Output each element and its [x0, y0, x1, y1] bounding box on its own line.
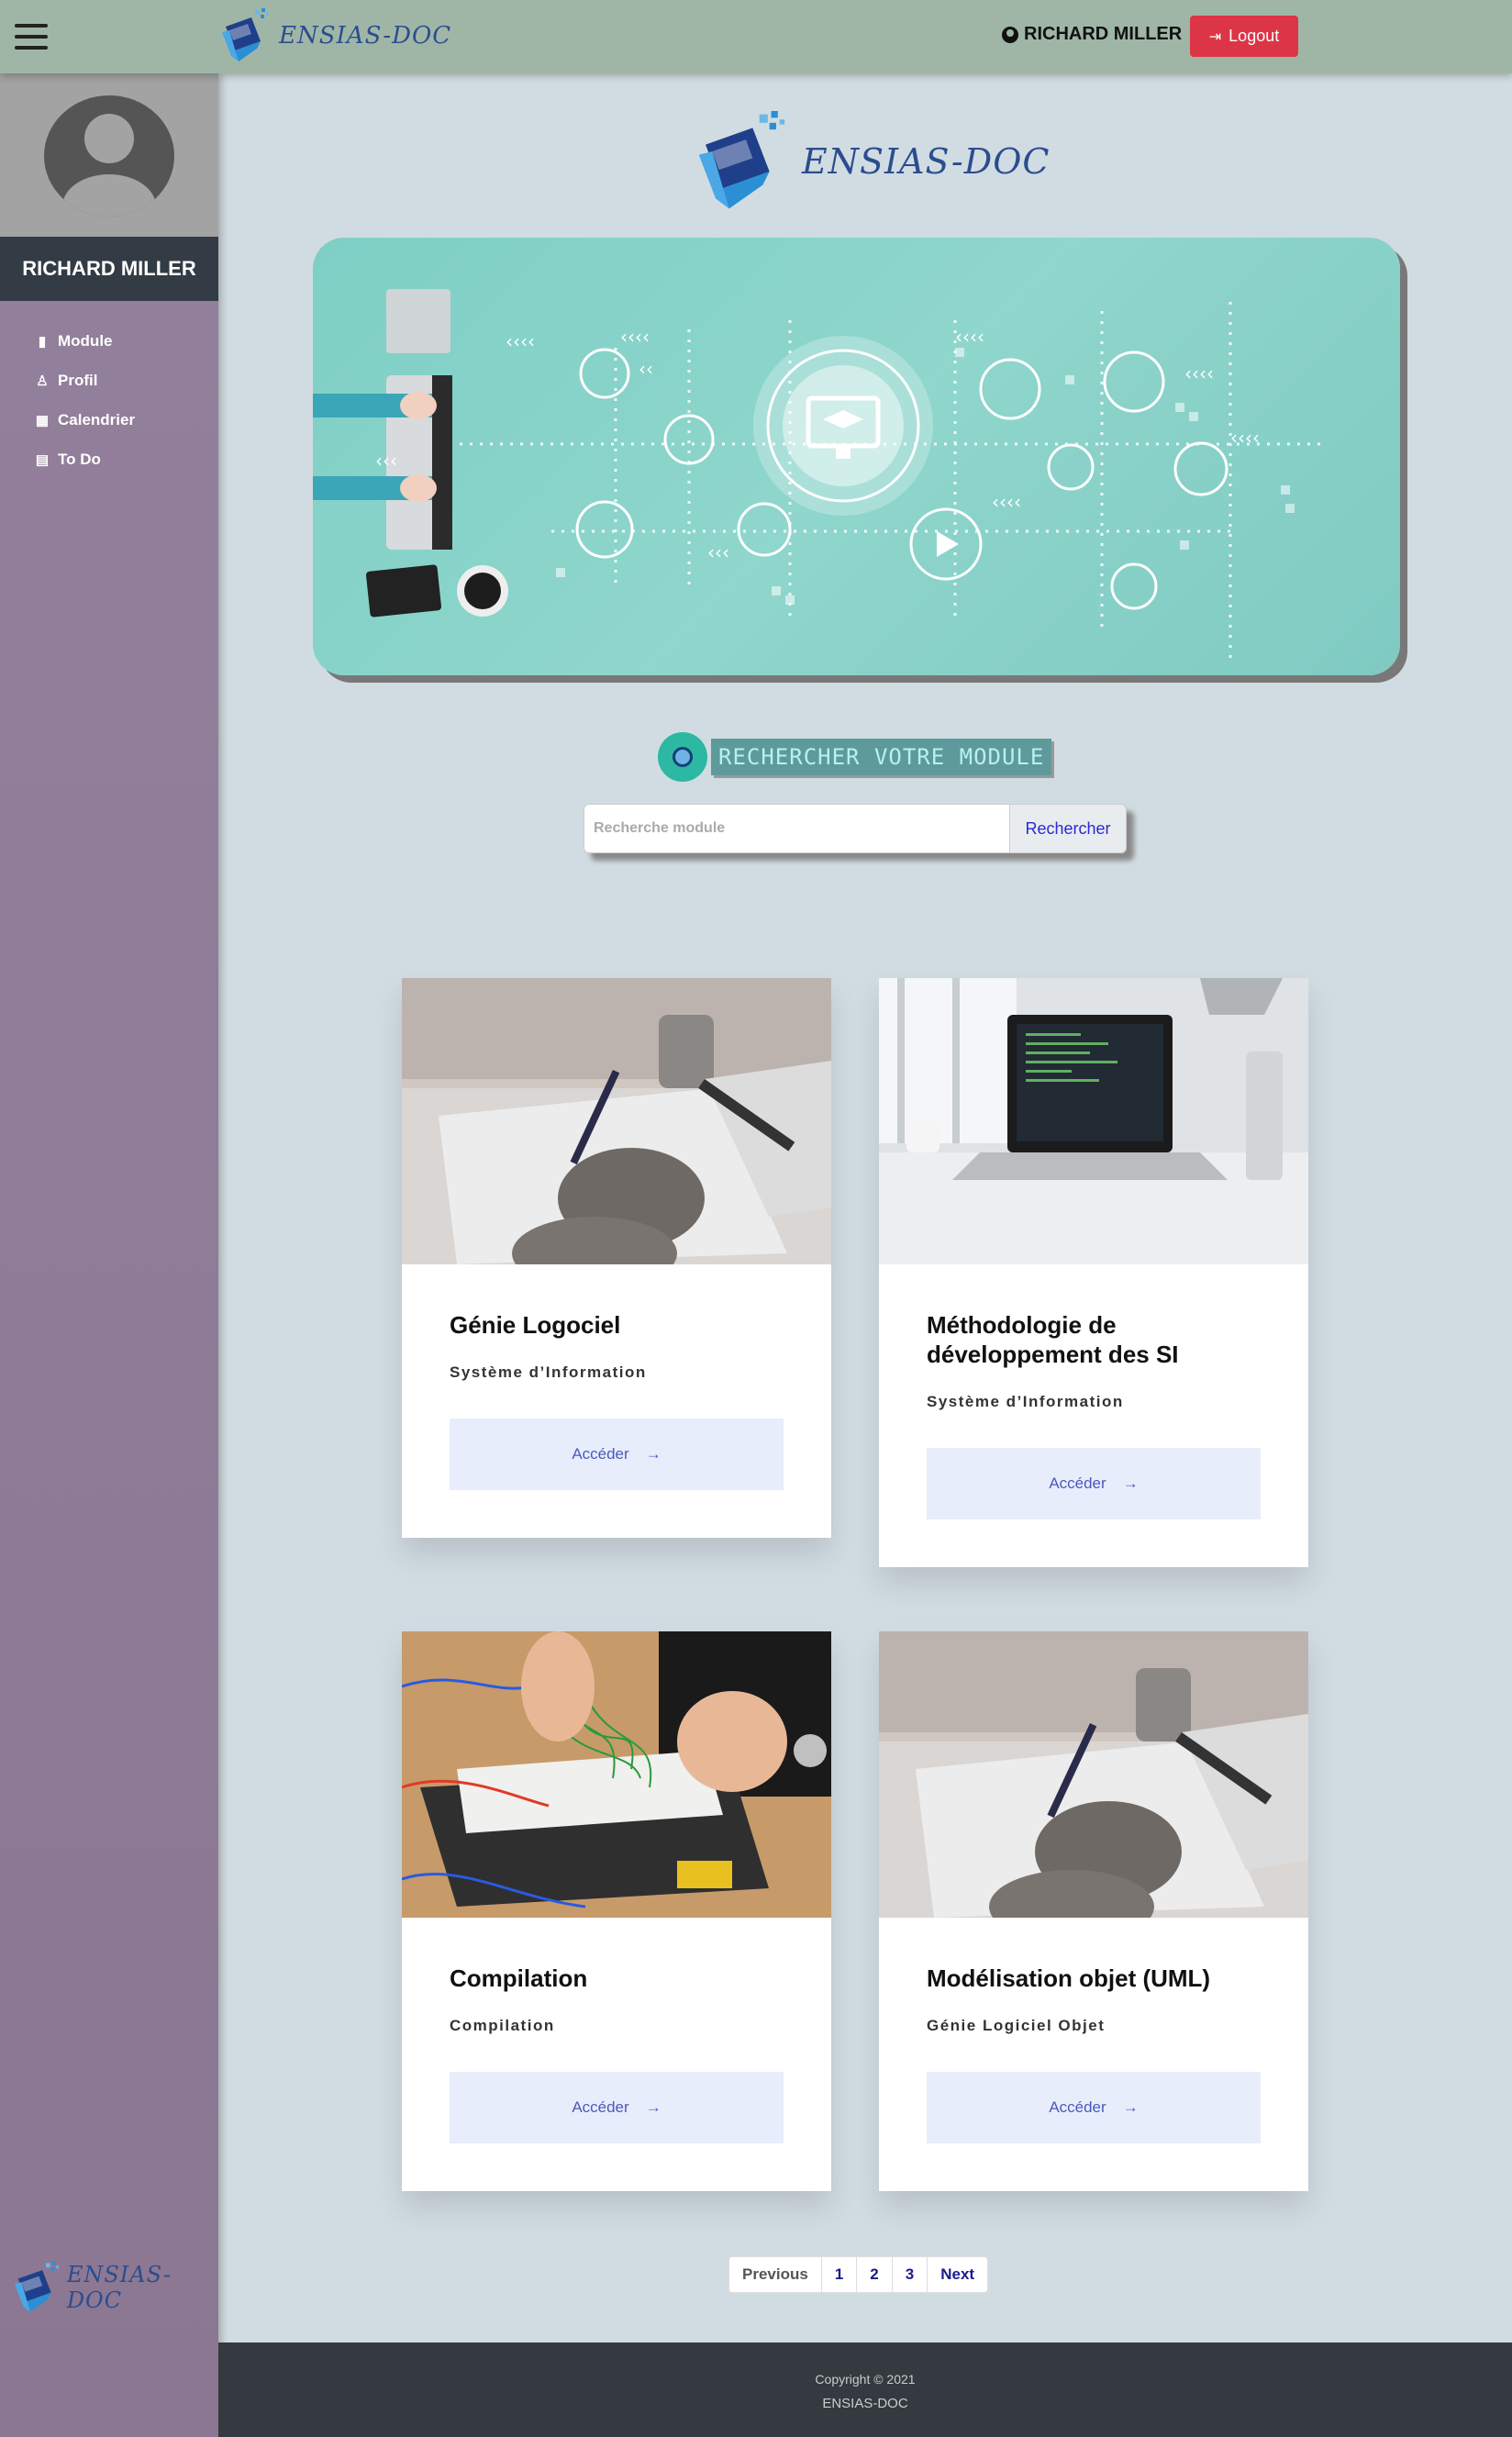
navbar-user-name: RICHARD MILLER: [1024, 24, 1183, 44]
acceder-label: Accéder: [572, 1445, 629, 1463]
user-circle-icon: [1002, 26, 1018, 43]
navbar-brand-text: ENSIAS-DOC: [279, 22, 452, 50]
svg-text:‹‹‹: ‹‹‹: [707, 541, 729, 563]
svg-text:‹‹‹‹: ‹‹‹‹: [955, 326, 984, 348]
svg-text:‹‹‹‹: ‹‹‹‹: [620, 326, 650, 348]
list-icon: ▤: [35, 451, 50, 468]
search-input[interactable]: [584, 804, 1009, 853]
card-image-writing: [402, 978, 831, 1264]
calendar-icon: ▦: [35, 412, 50, 428]
hero-banner-image: ‹‹‹‹ ‹‹‹‹ ‹‹‹‹ ‹‹‹‹ ‹‹‹‹ ‹‹‹‹ ‹‹ ‹‹‹ ‹‹‹: [313, 238, 1400, 675]
arrow-right-icon: →: [1122, 2098, 1139, 2116]
svg-text:‹‹‹‹: ‹‹‹‹: [506, 330, 535, 352]
footer: Copyright © 2021 ENSIAS-DOC: [218, 2342, 1512, 2437]
card-subtitle: Génie Logiciel Objet: [927, 2017, 1106, 2034]
logo-icon: [695, 110, 796, 213]
svg-text:‹‹‹‹: ‹‹‹‹: [992, 491, 1021, 513]
sidebar-user-name: RICHARD MILLER: [0, 237, 218, 301]
magnifier-globe-icon: [658, 732, 707, 782]
card-image-writing: [879, 1631, 1308, 1918]
card-image-electronics: [402, 1631, 831, 1918]
sidebar-brand-text: ENSIAS-DOC: [66, 2262, 172, 2313]
module-card: Compilation Compilation Accéder →: [402, 1631, 831, 2191]
menu-toggle-icon[interactable]: [15, 24, 48, 50]
module-card: Génie Logociel Système d’Information Acc…: [402, 978, 831, 1538]
card-image-laptop: [879, 978, 1308, 1264]
logout-label: Logout: [1228, 27, 1280, 45]
sidebar-profile-area: [0, 73, 218, 237]
svg-text:‹‹‹: ‹‹‹: [375, 450, 397, 472]
arrow-right-icon: →: [645, 2098, 662, 2116]
sidebar-item-label: Calendrier: [58, 410, 136, 428]
card-title: Compilation: [450, 1964, 588, 1992]
arrow-right-icon: →: [645, 1445, 662, 1463]
e-learning-illustration: ‹‹‹‹ ‹‹‹‹ ‹‹‹‹ ‹‹‹‹ ‹‹‹‹ ‹‹‹‹ ‹‹ ‹‹‹ ‹‹‹: [313, 289, 1322, 660]
sidebar-item-todo[interactable]: ▤ To Do: [0, 440, 218, 479]
pagination-previous[interactable]: Previous: [729, 2257, 821, 2292]
acceder-label: Accéder: [1049, 1474, 1106, 1492]
card-title: Méthodologie de développement des SI: [927, 1311, 1179, 1368]
footer-copyright: Copyright © 2021: [815, 2372, 916, 2387]
arrow-right-icon: →: [1122, 1474, 1139, 1492]
card-subtitle: Système d’Information: [450, 1363, 647, 1381]
pagination-next[interactable]: Next: [927, 2257, 987, 2292]
card-title: Modélisation objet (UML): [927, 1964, 1211, 1992]
search-heading-text: RECHERCHER VOTRE MODULE: [711, 739, 1052, 775]
book-icon: ▮: [38, 333, 47, 350]
sidebar-item-label: Module: [58, 331, 113, 350]
svg-text:‹‹: ‹‹: [639, 358, 653, 380]
pagination-page-2[interactable]: 2: [856, 2257, 891, 2292]
footer-brand: ENSIAS-DOC: [822, 2396, 908, 2411]
search-button[interactable]: Rechercher: [1009, 804, 1127, 853]
acceder-button[interactable]: Accéder →: [927, 2072, 1261, 2143]
sidebar-menu: ▮ Module ♙ Profil ▦ Calendrier ▤ To Do: [0, 321, 218, 479]
sidebar-item-profil[interactable]: ♙ Profil: [0, 361, 218, 400]
svg-text:‹‹‹‹: ‹‹‹‹: [1184, 362, 1214, 384]
acceder-button[interactable]: Accéder →: [927, 1448, 1261, 1519]
pagination-page-1[interactable]: 1: [820, 2257, 856, 2292]
main-logo: ENSIAS-DOC: [695, 110, 1050, 213]
sidebar-item-module[interactable]: ▮ Module: [0, 321, 218, 361]
acceder-button[interactable]: Accéder →: [450, 2072, 784, 2143]
sidebar-item-calendrier[interactable]: ▦ Calendrier: [0, 400, 218, 440]
sign-out-icon: ⇥: [1208, 28, 1222, 45]
pagination-page-3[interactable]: 3: [891, 2257, 927, 2292]
user-tie-icon: ♙: [36, 373, 49, 389]
acceder-button[interactable]: Accéder →: [450, 1419, 784, 1490]
sidebar-item-label: To Do: [58, 450, 101, 468]
pagination: Previous 1 2 3 Next: [728, 2256, 989, 2293]
search-form: Rechercher: [584, 804, 1127, 853]
sidebar: RICHARD MILLER ▮ Module ♙ Profil ▦ Calen…: [0, 73, 218, 2437]
acceder-label: Accéder: [572, 2098, 629, 2116]
navbar-user[interactable]: RICHARD MILLER: [1002, 24, 1182, 45]
module-card: Méthodologie de développement des SI Sys…: [879, 978, 1308, 1567]
avatar: [44, 95, 174, 217]
logo-icon: [220, 6, 275, 66]
svg-text:‹‹‹‹: ‹‹‹‹: [1230, 427, 1260, 449]
acceder-label: Accéder: [1049, 2098, 1106, 2116]
card-title: Génie Logociel: [450, 1311, 621, 1339]
main-brand-text: ENSIAS-DOC: [802, 141, 1051, 182]
card-subtitle: Système d’Information: [927, 1393, 1124, 1410]
logo-icon: [13, 2257, 65, 2318]
sidebar-item-label: Profil: [58, 371, 98, 389]
logout-button[interactable]: ⇥ Logout: [1190, 16, 1298, 57]
top-navbar: ENSIAS-DOC RICHARD MILLER ⇥ Logout: [0, 0, 1512, 73]
navbar-logo[interactable]: ENSIAS-DOC: [220, 6, 451, 66]
module-card: Modélisation objet (UML) Génie Logiciel …: [879, 1631, 1308, 2191]
card-subtitle: Compilation: [450, 2017, 555, 2034]
search-heading: RECHERCHER VOTRE MODULE: [658, 732, 1052, 782]
sidebar-logo: ENSIAS-DOC: [13, 2257, 218, 2318]
